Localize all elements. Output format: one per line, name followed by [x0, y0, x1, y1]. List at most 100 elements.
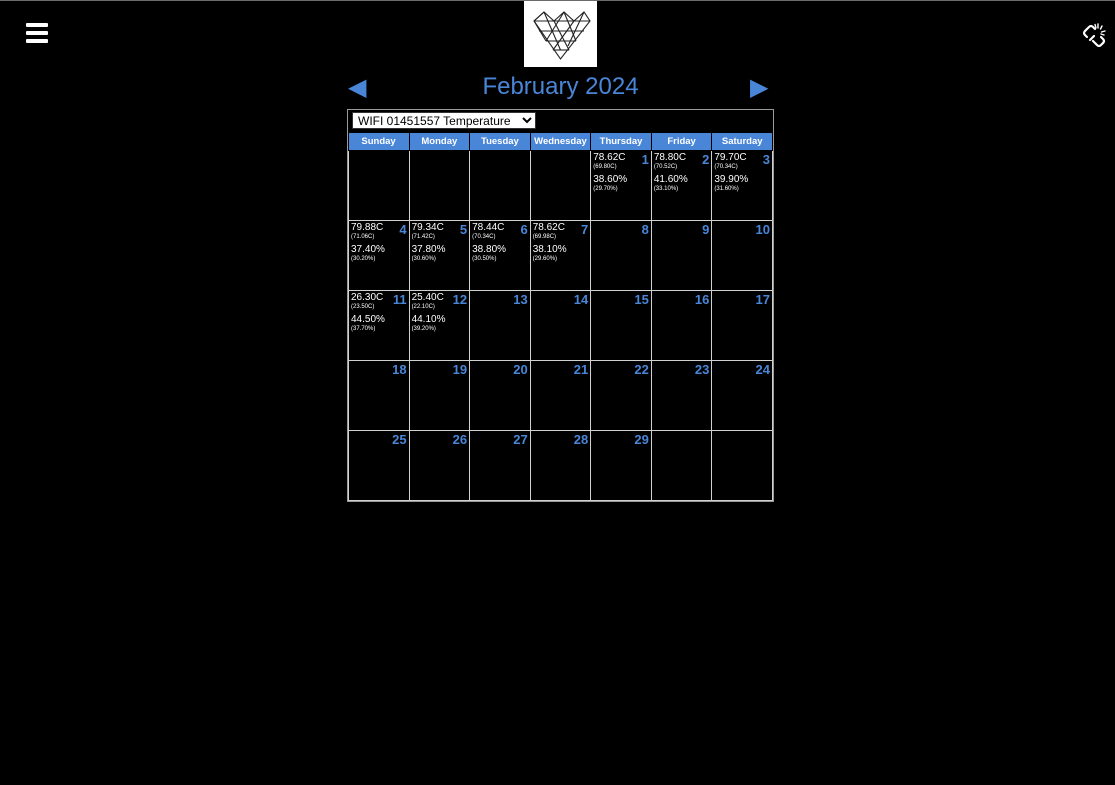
- day-number[interactable]: 24: [756, 362, 770, 377]
- day-cell[interactable]: 17: [711, 290, 773, 361]
- temperature-sub-value: (23.50C): [351, 304, 375, 310]
- sensor-select[interactable]: WIFI 01451557 Temperature: [352, 112, 536, 129]
- day-cell[interactable]: 4 79.88C (71.06C) 37.40% (30.20%): [348, 220, 410, 291]
- day-cell[interactable]: 27: [469, 430, 531, 501]
- humidity-value: 44.10%: [411, 314, 446, 325]
- day-number[interactable]: 10: [756, 222, 770, 237]
- day-cell[interactable]: 10: [711, 220, 773, 291]
- calendar-week-row: 18 19 20 21 22 23 24: [348, 360, 773, 431]
- day-number[interactable]: 16: [695, 292, 709, 307]
- day-cell[interactable]: 13: [469, 290, 531, 361]
- day-reading: 78.44C (70.34C) 38.80% (30.50%): [472, 222, 506, 263]
- day-cell[interactable]: 15: [590, 290, 652, 361]
- empty-day-cell: [408, 150, 471, 221]
- temperature-sub-value: (69.98C): [532, 234, 557, 240]
- empty-day-cell: [711, 430, 773, 501]
- day-cell[interactable]: 2 78.80C (70.52C) 41.60% (33.10%): [650, 150, 713, 221]
- temperature-value: 79.70C: [714, 152, 747, 163]
- day-number[interactable]: 19: [453, 362, 467, 377]
- day-number[interactable]: 26: [453, 432, 467, 447]
- humidity-value: 38.10%: [532, 244, 567, 255]
- temperature-sub-value: (70.52C): [653, 164, 678, 170]
- weekday-header-row: Sunday Monday Tuesday Wednesday Thursday…: [348, 132, 773, 151]
- humidity-value: 44.50%: [351, 314, 385, 325]
- day-cell[interactable]: 28: [529, 430, 592, 501]
- calendar: WIFI 01451557 Temperature Sunday Monday …: [347, 109, 774, 502]
- day-number[interactable]: 9: [702, 222, 709, 237]
- humidity-sub-value: (29.70%): [593, 186, 618, 192]
- temperature-value: 25.40C: [411, 292, 444, 303]
- day-number[interactable]: 12: [453, 292, 467, 307]
- day-number[interactable]: 28: [574, 432, 588, 447]
- day-reading: 78.80C (70.52C) 41.60% (33.10%): [653, 153, 688, 193]
- day-cell[interactable]: 21: [529, 360, 592, 431]
- calendar-week-row: 1 78.62C (69.80C) 38.60% (29.70%) 2 78.80C (70.…: [348, 150, 773, 221]
- broken-link-icon[interactable]: [1081, 21, 1107, 48]
- calendar-body: 1 78.62C (69.80C) 38.60% (29.70%) 2 78.80C (70.…: [348, 150, 773, 501]
- day-number[interactable]: 18: [392, 362, 406, 377]
- day-cell[interactable]: 18: [348, 360, 410, 431]
- temperature-value: 79.34C: [411, 222, 444, 233]
- day-number[interactable]: 17: [756, 292, 770, 307]
- day-cell[interactable]: 7 78.62C (69.98C) 38.10% (29.60%): [529, 220, 592, 291]
- day-number[interactable]: 3: [763, 152, 770, 167]
- day-number[interactable]: 14: [574, 292, 588, 307]
- hamburger-menu-icon[interactable]: [26, 23, 48, 45]
- day-cell[interactable]: 9: [650, 220, 713, 291]
- day-cell[interactable]: 12 25.40C (22.10C) 44.10% (39.20%): [408, 290, 471, 361]
- day-number[interactable]: 2: [702, 152, 709, 167]
- day-cell[interactable]: 24: [711, 360, 773, 431]
- day-number[interactable]: 27: [513, 432, 527, 447]
- day-cell[interactable]: 25: [348, 430, 410, 501]
- temperature-value: 79.88C: [351, 222, 384, 233]
- day-cell[interactable]: 3 79.70C (70.34C) 39.90% (31.60%): [711, 150, 773, 221]
- day-cell[interactable]: 6 78.44C (70.34C) 38.80% (30.50%): [469, 220, 531, 291]
- empty-day-cell: [469, 150, 531, 221]
- day-cell[interactable]: 20: [469, 360, 531, 431]
- day-number[interactable]: 5: [460, 222, 467, 237]
- day-cell[interactable]: 16: [650, 290, 713, 361]
- day-cell[interactable]: 5 79.34C (71.42C) 37.80% (30.60%): [408, 220, 471, 291]
- day-number[interactable]: 22: [634, 362, 648, 377]
- day-cell[interactable]: 8: [590, 220, 652, 291]
- day-cell[interactable]: 1 78.62C (69.80C) 38.60% (29.70%): [590, 150, 652, 221]
- day-reading: 79.34C (71.42C) 37.80% (30.60%): [411, 222, 446, 263]
- day-number[interactable]: 23: [695, 362, 709, 377]
- humidity-value: 38.60%: [593, 174, 628, 185]
- next-month-arrow-icon[interactable]: ▶: [750, 76, 768, 100]
- weekday-header: Wednesday: [529, 132, 592, 151]
- day-number[interactable]: 21: [574, 362, 588, 377]
- sensor-select-row: WIFI 01451557 Temperature: [348, 110, 773, 132]
- day-cell[interactable]: 29: [590, 430, 652, 501]
- day-number[interactable]: 25: [392, 432, 406, 447]
- day-number[interactable]: 7: [581, 222, 588, 237]
- day-number[interactable]: 13: [513, 292, 527, 307]
- day-number[interactable]: 4: [399, 222, 406, 237]
- humidity-value: 39.90%: [714, 174, 749, 185]
- day-cell[interactable]: 26: [408, 430, 471, 501]
- day-reading: 25.40C (22.10C) 44.10% (39.20%): [411, 292, 446, 333]
- day-cell[interactable]: 22: [590, 360, 652, 431]
- day-cell[interactable]: 23: [650, 360, 713, 431]
- calendar-grid: Sunday Monday Tuesday Wednesday Thursday…: [348, 132, 773, 501]
- day-number[interactable]: 6: [520, 222, 527, 237]
- humidity-sub-value: (30.60%): [411, 256, 436, 262]
- temperature-value: 26.30C: [351, 292, 384, 303]
- day-reading: 79.88C (71.06C) 37.40% (30.20%): [351, 222, 385, 263]
- day-reading: 79.70C (70.34C) 39.90% (31.60%): [714, 152, 749, 193]
- empty-day-cell: [529, 150, 592, 221]
- day-number[interactable]: 1: [642, 152, 649, 167]
- day-cell[interactable]: 11 26.30C (23.50C) 44.50% (37.70%): [348, 290, 410, 361]
- day-number[interactable]: 8: [642, 222, 649, 237]
- day-cell[interactable]: 19: [408, 360, 471, 431]
- day-number[interactable]: 15: [634, 292, 648, 307]
- humidity-sub-value: (31.60%): [714, 186, 739, 192]
- humidity-sub-value: (30.20%): [351, 256, 376, 262]
- humidity-value: 37.40%: [351, 244, 385, 255]
- day-number[interactable]: 29: [634, 432, 648, 447]
- day-number[interactable]: 11: [393, 292, 407, 307]
- day-number[interactable]: 20: [513, 362, 527, 377]
- weekday-header: Saturday: [711, 132, 773, 151]
- temperature-value: 78.44C: [472, 222, 505, 233]
- day-cell[interactable]: 14: [529, 290, 592, 361]
